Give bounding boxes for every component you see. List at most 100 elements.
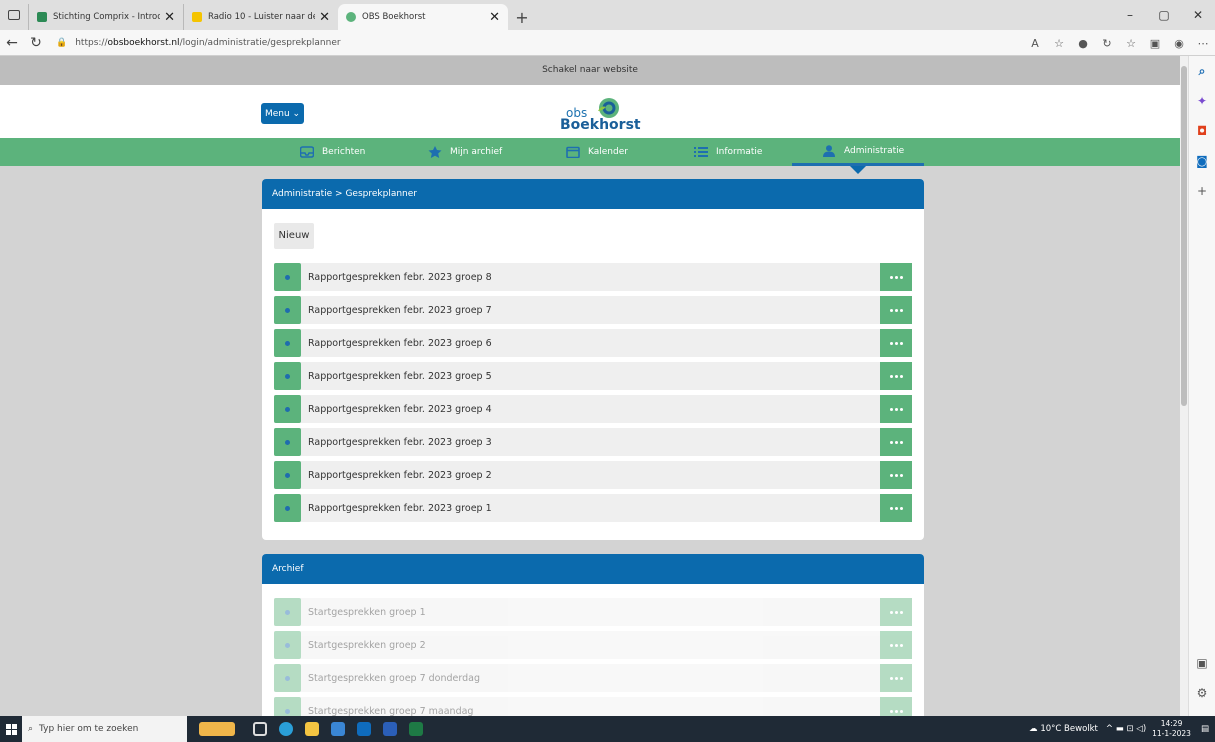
planner-row[interactable]: Rapportgesprekken febr. 2023 groep 8 [274, 263, 912, 291]
row-label[interactable]: Startgesprekken groep 1 [301, 607, 880, 618]
archive-row[interactable]: Startgesprekken groep 2 [274, 631, 912, 659]
status-dot-button[interactable] [274, 329, 301, 357]
more-options-button[interactable] [880, 631, 912, 659]
scrollbar-thumb[interactable] [1181, 66, 1187, 406]
row-label[interactable]: Rapportgesprekken febr. 2023 groep 3 [301, 437, 880, 448]
status-dot-button[interactable] [274, 362, 301, 390]
planner-row[interactable]: Rapportgesprekken febr. 2023 groep 7 [274, 296, 912, 324]
browser-tab[interactable]: Radio 10 - Luister naar de g ✕ [183, 4, 338, 30]
sparkle-icon[interactable]: ✦ [1189, 86, 1215, 116]
excel-app-icon[interactable] [403, 716, 429, 742]
more-options-button[interactable] [880, 461, 912, 489]
row-label[interactable]: Rapportgesprekken febr. 2023 groep 5 [301, 371, 880, 382]
profile-avatar[interactable]: ◉ [1167, 37, 1191, 50]
edge-browser-icon[interactable] [273, 716, 299, 742]
collections-icon[interactable]: ▣ [1143, 37, 1167, 50]
weather-widget[interactable]: ☁ 10°C Bewolkt [1029, 724, 1098, 734]
row-label[interactable]: Rapportgesprekken febr. 2023 groep 2 [301, 470, 880, 481]
close-tab-icon[interactable]: ✕ [489, 10, 500, 25]
archive-row[interactable]: Startgesprekken groep 1 [274, 598, 912, 626]
status-dot-button[interactable] [274, 263, 301, 291]
outlook-app-icon[interactable] [351, 716, 377, 742]
taskbar-search[interactable]: ⌕ Typ hier om te zoeken [22, 716, 187, 742]
maximize-button[interactable]: ▢ [1147, 0, 1181, 30]
more-options-button[interactable] [880, 598, 912, 626]
row-label[interactable]: Rapportgesprekken febr. 2023 groep 4 [301, 404, 880, 415]
add-icon[interactable]: + [1189, 176, 1215, 206]
more-options-button[interactable] [880, 664, 912, 692]
planner-row[interactable]: Rapportgesprekken febr. 2023 groep 5 [274, 362, 912, 390]
close-tab-icon[interactable]: ✕ [164, 10, 175, 25]
refresh-icon[interactable]: ↻ [24, 35, 48, 51]
back-arrow-icon[interactable]: ← [0, 35, 24, 51]
more-options-button[interactable] [880, 494, 912, 522]
planner-row[interactable]: Rapportgesprekken febr. 2023 groep 2 [274, 461, 912, 489]
extension-icon[interactable]: ● [1071, 37, 1095, 50]
nav-informatie[interactable]: Informatie [694, 138, 762, 166]
url-field[interactable]: 🔒 https://obsboekhorst.nl/login/administ… [56, 32, 341, 54]
status-dot-button[interactable] [274, 395, 301, 423]
planner-row[interactable]: Rapportgesprekken febr. 2023 groep 1 [274, 494, 912, 522]
status-dot-button[interactable] [274, 296, 301, 324]
new-tab-button[interactable]: + [508, 4, 536, 30]
browser-tab[interactable]: Stichting Comprix - Introductiep ✕ [28, 4, 183, 30]
row-label[interactable]: Startgesprekken groep 7 donderdag [301, 673, 880, 684]
read-aloud-icon[interactable]: A [1023, 37, 1047, 50]
more-options-button[interactable] [880, 428, 912, 456]
nav-berichten[interactable]: Berichten [300, 138, 365, 166]
planner-row[interactable]: Rapportgesprekken febr. 2023 groep 4 [274, 395, 912, 423]
settings-gear-icon[interactable]: ⚙ [1189, 678, 1215, 708]
tray-icons[interactable]: ^ ▬ ⊡ ◁) [1106, 724, 1146, 734]
switch-to-website-link[interactable]: Schakel naar website [0, 56, 1180, 85]
close-window-button[interactable]: ✕ [1181, 0, 1215, 30]
status-dot-button[interactable] [274, 664, 301, 692]
close-tab-icon[interactable]: ✕ [319, 10, 330, 25]
new-button[interactable]: Nieuw [274, 223, 314, 249]
refresh-extension-icon[interactable]: ↻ [1095, 37, 1119, 50]
office-icon[interactable]: ◘ [1189, 116, 1215, 146]
sidebar-toggle-icon[interactable]: ▣ [1189, 648, 1215, 678]
more-options-button[interactable] [880, 296, 912, 324]
row-label[interactable]: Startgesprekken groep 7 maandag [301, 706, 880, 717]
start-button[interactable] [0, 716, 22, 742]
planner-row[interactable]: Rapportgesprekken febr. 2023 groep 6 [274, 329, 912, 357]
tab-actions-icon[interactable] [0, 0, 28, 30]
more-options-button[interactable] [880, 395, 912, 423]
status-dot-button[interactable] [274, 631, 301, 659]
menu-button[interactable]: Menu ⌄ [261, 103, 304, 124]
planner-row[interactable]: Rapportgesprekken febr. 2023 groep 3 [274, 428, 912, 456]
favorites-icon[interactable]: ☆ [1119, 37, 1143, 50]
site-logo[interactable]: obs Boekhorst [550, 93, 641, 133]
word-app-icon[interactable] [377, 716, 403, 742]
archive-row[interactable]: Startgesprekken groep 7 donderdag [274, 664, 912, 692]
outlook-icon[interactable]: ◙ [1189, 146, 1215, 176]
more-options-button[interactable] [880, 263, 912, 291]
more-options-icon[interactable]: ⋯ [1191, 37, 1215, 50]
store-icon[interactable] [325, 716, 351, 742]
search-icon[interactable]: ⌕ [1189, 56, 1215, 86]
favorite-star-icon[interactable]: ☆ [1047, 37, 1071, 50]
widget-illustration-icon[interactable] [187, 716, 247, 742]
row-label[interactable]: Rapportgesprekken febr. 2023 groep 6 [301, 338, 880, 349]
row-label[interactable]: Rapportgesprekken febr. 2023 groep 7 [301, 305, 880, 316]
nav-kalender[interactable]: Kalender [566, 138, 628, 166]
nav-mijn-archief[interactable]: Mijn archief [428, 138, 502, 166]
minimize-button[interactable]: – [1113, 0, 1147, 30]
more-options-button[interactable] [880, 329, 912, 357]
more-options-button[interactable] [880, 697, 912, 716]
page-scrollbar[interactable] [1180, 56, 1188, 716]
row-label[interactable]: Rapportgesprekken febr. 2023 groep 8 [301, 272, 880, 283]
status-dot-button[interactable] [274, 494, 301, 522]
notifications-icon[interactable]: ▤ [1201, 724, 1209, 734]
nav-administratie[interactable]: Administratie [792, 138, 924, 166]
status-dot-button[interactable] [274, 428, 301, 456]
file-explorer-icon[interactable] [299, 716, 325, 742]
more-options-button[interactable] [880, 362, 912, 390]
task-view-icon[interactable] [247, 716, 273, 742]
archive-row[interactable]: Startgesprekken groep 7 maandag [274, 697, 912, 716]
status-dot-button[interactable] [274, 598, 301, 626]
row-label[interactable]: Startgesprekken groep 2 [301, 640, 880, 651]
browser-tab-active[interactable]: OBS Boekhorst ✕ [338, 4, 508, 30]
row-label[interactable]: Rapportgesprekken febr. 2023 groep 1 [301, 503, 880, 514]
status-dot-button[interactable] [274, 461, 301, 489]
